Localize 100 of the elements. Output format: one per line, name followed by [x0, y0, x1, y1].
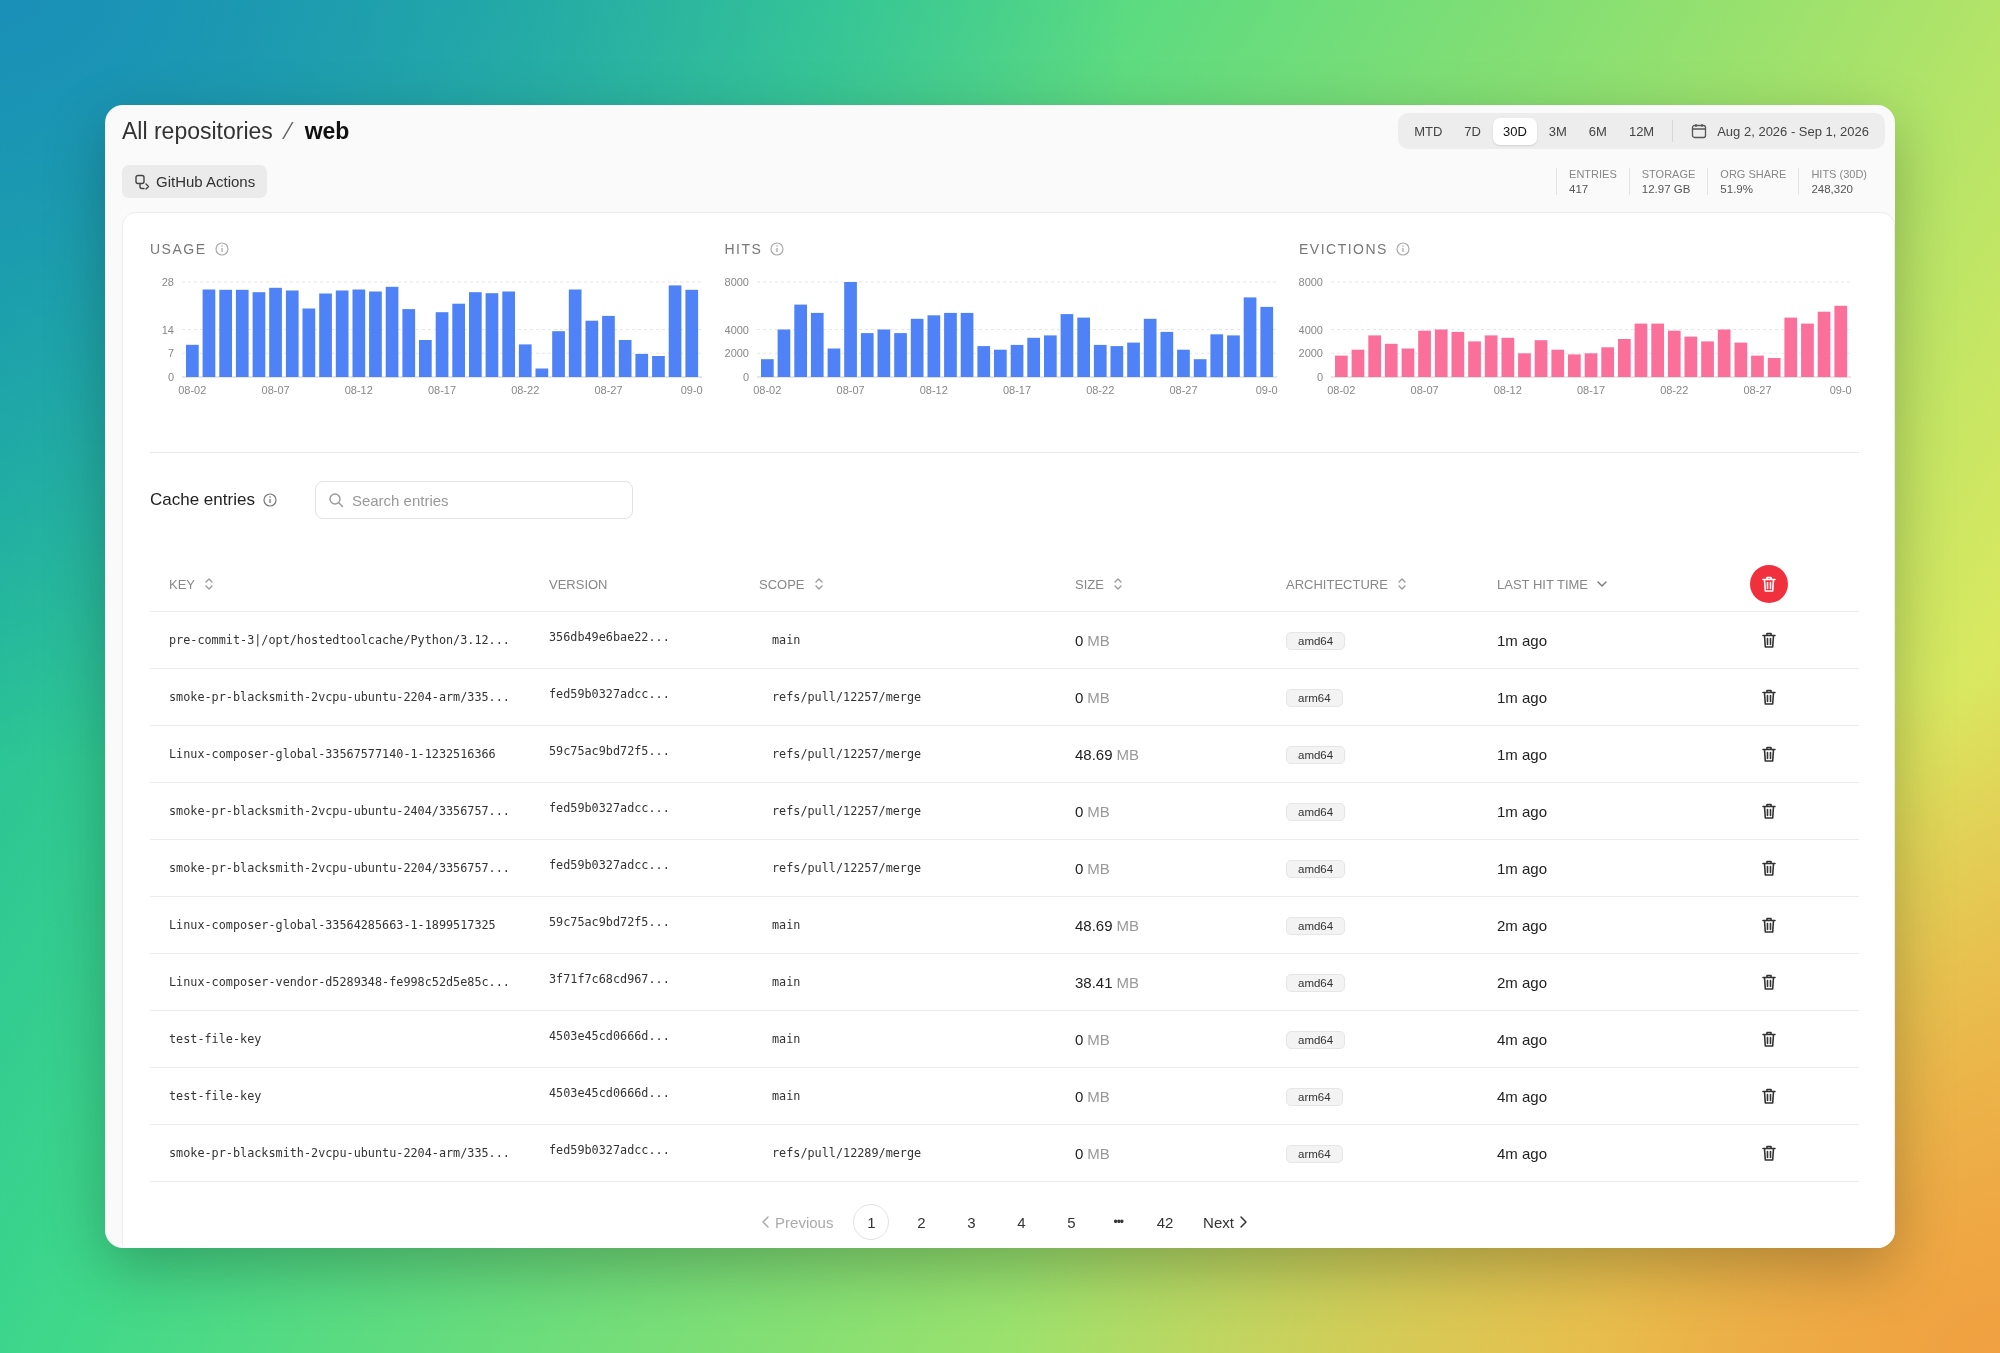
column-header[interactable]: SIZE — [1075, 576, 1104, 592]
axis-tick-label: 09-0 — [680, 384, 703, 396]
bar — [402, 309, 416, 377]
bar — [618, 340, 632, 377]
size-value: 0 — [1075, 1144, 1084, 1162]
bar — [585, 320, 599, 377]
search-icon — [327, 492, 344, 508]
table-cell-text: Linux-composer-global-33564285663-1-1899517325 — [169, 918, 497, 932]
table-cell-text: main — [771, 633, 802, 647]
bar — [535, 368, 549, 377]
axis-tick-label: 2000 — [724, 347, 749, 360]
table-cell-text: 4503e45cd0666d... — [549, 1029, 671, 1043]
axis-tick-label: 4000 — [724, 323, 749, 336]
column-header[interactable]: LAST HIT TIME — [1497, 576, 1589, 592]
column-header[interactable]: KEY — [169, 576, 195, 592]
size-value: 48.69 — [1075, 745, 1113, 763]
table-cell-text: 4m ago — [1497, 1030, 1549, 1048]
bar — [1584, 353, 1598, 378]
stat-value: 12.97 GB — [1641, 183, 1692, 195]
stat-label: ORG SHARE — [1720, 168, 1787, 180]
bar — [1384, 343, 1398, 378]
size-unit: MB — [1087, 1144, 1110, 1162]
bar — [1451, 331, 1465, 377]
axis-tick-label: 08-22 — [511, 384, 540, 396]
axis-tick-label: 0 — [167, 371, 174, 383]
architecture-tag: amd64 — [1286, 631, 1346, 650]
size-unit: MB — [1116, 745, 1140, 763]
breadcrumb-link[interactable]: All repositories — [122, 117, 273, 145]
table-cell-text: main — [771, 1089, 802, 1103]
bar — [1618, 339, 1631, 377]
axis-tick-label: 8000 — [1299, 276, 1323, 288]
bar — [910, 318, 923, 377]
bar — [1434, 329, 1448, 377]
bar — [518, 344, 532, 377]
delete-all-button[interactable] — [1750, 565, 1788, 603]
table-cell-text: smoke-pr-blacksmith-2vcpu-ubuntu-2404/3356757... — [169, 804, 511, 818]
table-cell-text: 1m ago — [1497, 688, 1549, 706]
provider-button[interactable]: GitHub Actions — [122, 165, 268, 198]
size-unit: MB — [1116, 916, 1140, 934]
trash-icon — [1760, 973, 1778, 991]
bar — [777, 329, 790, 377]
period-tab[interactable]: 3M — [1538, 117, 1577, 145]
axis-tick-label: 08-02 — [752, 384, 781, 396]
bar — [1717, 329, 1731, 377]
bar — [827, 348, 840, 377]
bar — [1010, 344, 1023, 377]
bar — [1534, 340, 1548, 377]
period-tab[interactable]: MTD — [1404, 117, 1453, 145]
bar — [1518, 353, 1531, 378]
page-button[interactable]: 4 — [1003, 1204, 1040, 1240]
period-tab[interactable]: 7D — [1454, 117, 1491, 145]
page-button[interactable]: 2 — [903, 1204, 940, 1240]
date-range-button[interactable]: Aug 2, 2026 - Sep 1, 2026 — [1681, 117, 1879, 145]
architecture-tag: amd64 — [1286, 745, 1346, 764]
table-cell-text: 356db49e6bae22... — [549, 630, 671, 644]
stat-label: STORAGE — [1641, 168, 1696, 180]
page-button[interactable]: 3 — [953, 1204, 990, 1240]
bar — [1568, 354, 1581, 377]
axis-tick-label: 08-12 — [1493, 384, 1522, 396]
column-header[interactable]: SCOPE — [759, 576, 805, 592]
column-header: VERSION — [549, 576, 608, 592]
bar — [1335, 355, 1348, 377]
stat-label: HITS (30D) — [1811, 168, 1867, 180]
table-cell-text: 4m ago — [1497, 1144, 1549, 1162]
chevron-left-icon — [761, 1215, 772, 1229]
bar — [1226, 335, 1240, 377]
stat-label: ENTRIES — [1569, 168, 1617, 180]
axis-tick-label: 0 — [1316, 371, 1323, 383]
bar — [1143, 318, 1156, 377]
axis-tick-label: 8000 — [724, 276, 749, 288]
table-cell-text: 3f71f7c68cd967... — [549, 972, 671, 986]
axis-tick-label: 08-12 — [344, 384, 373, 396]
bar — [1751, 355, 1764, 377]
page-button[interactable]: 42 — [1147, 1204, 1184, 1240]
next-button[interactable]: Next — [1197, 1212, 1254, 1232]
bar — [1209, 334, 1223, 378]
period-tab[interactable]: 6M — [1578, 117, 1617, 145]
column-header[interactable]: ARCHITECTURE — [1286, 576, 1388, 592]
size-value: 0 — [1075, 1030, 1084, 1048]
axis-tick-label: 08-07 — [836, 384, 865, 396]
page-button[interactable]: 5 — [1053, 1204, 1090, 1240]
bar — [1468, 341, 1481, 377]
bar — [1784, 317, 1798, 377]
chevron-right-icon — [1237, 1215, 1248, 1229]
search-field[interactable]: Search entries — [314, 481, 633, 519]
bar — [635, 353, 649, 377]
axis-tick-label: 08-02 — [178, 384, 207, 396]
bar — [927, 315, 940, 378]
architecture-tag: arm64 — [1286, 688, 1343, 707]
chart-title: EVICTIONS — [1299, 241, 1388, 257]
table-cell-text: 1m ago — [1497, 745, 1549, 763]
table-cell-text: main — [771, 1032, 802, 1046]
period-tab[interactable]: 30D — [1492, 117, 1537, 145]
bar — [1093, 344, 1107, 377]
architecture-tag: amd64 — [1286, 973, 1346, 992]
period-tab[interactable]: 12M — [1618, 117, 1665, 145]
table-cell-text: main — [771, 918, 802, 932]
architecture-tag: amd64 — [1286, 802, 1346, 821]
size-unit: MB — [1087, 631, 1110, 649]
stat-value: 51.9% — [1720, 183, 1754, 195]
